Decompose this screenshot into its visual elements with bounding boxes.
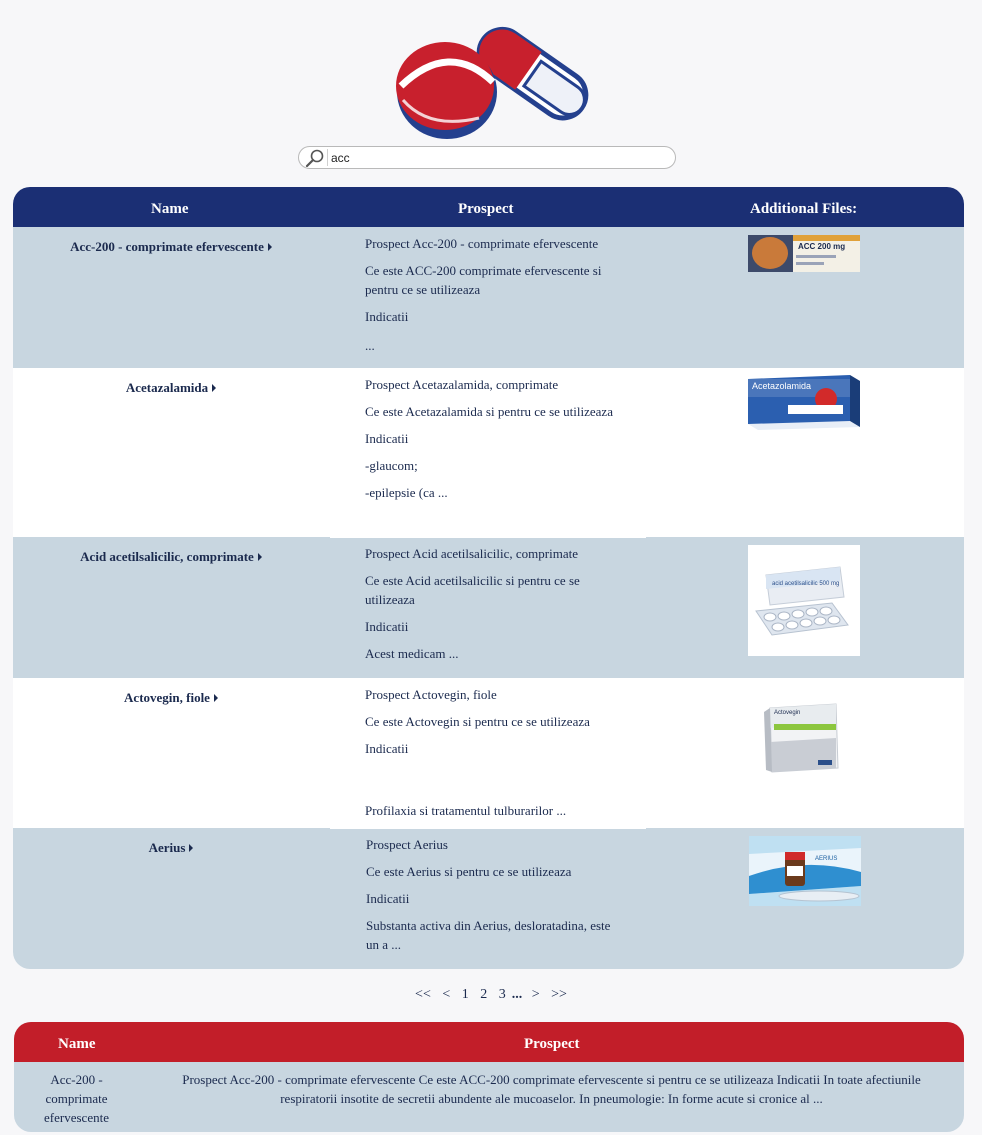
- prospect-line: Ce este Actovegin si pentru ce se utiliz…: [365, 714, 590, 729]
- prospect-line: Ce este Aerius si pentru ce se utilizeaz…: [366, 864, 572, 879]
- thumb-label: Actovegin: [774, 710, 800, 716]
- pagination-prev[interactable]: <: [442, 987, 450, 1003]
- table-row: Aerius Prospect Aerius Ce este Aerius si…: [13, 828, 964, 969]
- prospect-line: Ce este Acid acetilsalicilic si pentru c…: [365, 573, 580, 607]
- prospect-title: Prospect Actovegin, fiole: [365, 687, 497, 702]
- prospect-line: Acest medicam ...: [365, 646, 459, 661]
- prospect-title: Prospect Acid acetilsalicilic, comprimat…: [365, 546, 578, 561]
- featured-prospect-text[interactable]: Prospect Acc-200 - comprimate efervescen…: [159, 1070, 944, 1108]
- prospect-line: Indicatii: [366, 891, 410, 906]
- caret-right-icon: [212, 384, 217, 392]
- thumb-label: Acetazolamida: [752, 381, 811, 391]
- product-thumbnail[interactable]: Acetazolamida: [748, 375, 860, 430]
- featured-table: Name Prospect Acc-200 - comprimate eferv…: [14, 1022, 964, 1132]
- header-additional-files: Additional Files:: [750, 201, 858, 217]
- prospect-line: -glaucom;: [365, 458, 418, 473]
- prospect-line: -epilepsie (ca ...: [365, 485, 448, 500]
- prospect-line: [365, 766, 615, 793]
- featured-table-header: Name Prospect: [14, 1022, 964, 1062]
- thumb-label: acid acetilsalicilic 500 mg: [772, 581, 839, 587]
- results-table-header: Name Prospect Additional Files:: [13, 187, 964, 227]
- medicine-link[interactable]: Actovegin, fiole: [13, 690, 329, 706]
- medicine-link[interactable]: Acid acetilsalicilic, comprimate: [13, 549, 329, 565]
- caret-right-icon: [257, 553, 262, 561]
- prospect-cell[interactable]: Prospect Acid acetilsalicilic, comprimat…: [365, 544, 615, 671]
- prospect-cell[interactable]: Prospect Actovegin, fiole Ce este Actove…: [365, 685, 615, 828]
- prospect-line: Indicatii: [365, 309, 409, 324]
- prospect-line: Indicatii: [365, 431, 409, 446]
- product-thumbnail[interactable]: Actovegin: [748, 698, 860, 778]
- product-thumbnail[interactable]: acid acetilsalicilic 500 mg: [748, 545, 860, 656]
- pagination-page[interactable]: 3: [499, 987, 506, 1003]
- prospect-line: Ce este Acetazalamida si pentru ce se ut…: [365, 404, 613, 419]
- prospect-line: Ce este ACC-200 comprimate efervescente …: [365, 263, 602, 297]
- prospect-line: Indicatii: [365, 741, 409, 756]
- pagination-first[interactable]: <<: [415, 987, 431, 1003]
- pagination-page[interactable]: 1: [462, 987, 469, 1003]
- magnifier-icon[interactable]: [305, 149, 325, 167]
- pill-logo[interactable]: [389, 0, 589, 145]
- prospect-line: Substanta activa din Aerius, desloratadi…: [366, 918, 611, 952]
- prospect-line: Profilaxia si tratamentul tulburarilor .…: [365, 803, 567, 818]
- caret-right-icon: [213, 694, 218, 702]
- table-row: Acetazalamida Prospect Acetazalamida, co…: [13, 368, 964, 537]
- prospect-cell[interactable]: Prospect Aerius Ce este Aerius si pentru…: [366, 835, 616, 962]
- prospect-cell[interactable]: Prospect Acetazalamida, comprimate Ce es…: [365, 375, 615, 510]
- product-thumbnail[interactable]: AERIUS: [749, 836, 861, 906]
- table-row: Actovegin, fiole Prospect Actovegin, fio…: [13, 678, 964, 828]
- caret-right-icon: [267, 243, 272, 251]
- header-prospect: Prospect: [524, 1036, 580, 1052]
- search-input[interactable]: [331, 148, 661, 167]
- pagination-page[interactable]: 2: [480, 987, 487, 1003]
- thumb-label: AERIUS: [815, 856, 837, 862]
- header-prospect: Prospect: [458, 201, 514, 217]
- caret-right-icon: [189, 844, 194, 852]
- pagination-last[interactable]: >>: [551, 987, 567, 1003]
- search-box[interactable]: [298, 146, 676, 169]
- table-row: Acc-200 - comprimate efervescente Prospe…: [13, 227, 964, 368]
- featured-medicine-name[interactable]: Acc-200 - comprimate efervescente: [24, 1070, 129, 1127]
- prospect-title: Prospect Acetazalamida, comprimate: [365, 377, 559, 392]
- prospect-line: Indicatii: [365, 619, 409, 634]
- header-name: Name: [58, 1036, 96, 1052]
- medicine-link[interactable]: Acc-200 - comprimate efervescente: [13, 239, 329, 255]
- medicine-link[interactable]: Acetazalamida: [13, 380, 329, 396]
- prospect-title: Prospect Aerius: [366, 837, 448, 852]
- prospect-cell[interactable]: Prospect Acc-200 - comprimate efervescen…: [365, 234, 615, 363]
- results-table: Name Prospect Additional Files: Acc-200 …: [13, 187, 964, 969]
- thumb-label: ACC 200 mg: [798, 242, 845, 251]
- pagination: << < 1 2 3... > >>: [0, 987, 982, 1003]
- header-name: Name: [151, 201, 189, 217]
- medicine-link[interactable]: Aerius: [13, 840, 329, 856]
- row-divider: [330, 537, 646, 538]
- row-divider: [330, 828, 646, 829]
- pagination-next[interactable]: >: [532, 987, 540, 1003]
- product-thumbnail[interactable]: ACC 200 mg: [748, 235, 860, 272]
- pagination-ellipsis: ...: [511, 987, 523, 1002]
- prospect-title: Prospect Acc-200 - comprimate efervescen…: [365, 236, 599, 251]
- prospect-line: ...: [365, 338, 375, 353]
- table-row: Acid acetilsalicilic, comprimate Prospec…: [13, 537, 964, 678]
- search-separator: [327, 149, 328, 166]
